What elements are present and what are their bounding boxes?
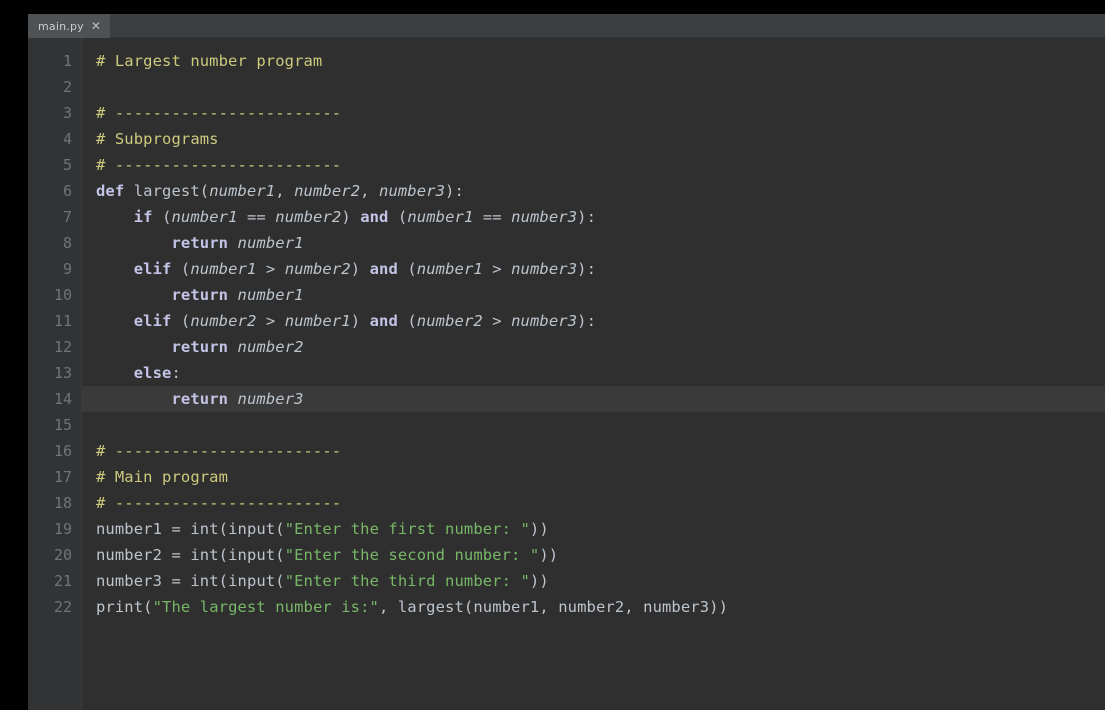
tab-bar: main.py ✕ bbox=[28, 14, 1105, 38]
line-number: 19 bbox=[53, 520, 72, 538]
line-number: 12 bbox=[53, 338, 72, 356]
code-line[interactable]: return number2 bbox=[82, 334, 1105, 360]
tab-label: main.py bbox=[38, 19, 84, 33]
code-line[interactable]: if (number1 == number2) and (number1 == … bbox=[82, 204, 1105, 230]
line-number: 11 bbox=[53, 312, 72, 330]
code-line[interactable]: elif (number1 > number2) and (number1 > … bbox=[82, 256, 1105, 282]
line-number: 20 bbox=[53, 546, 72, 564]
editor-window-root: main.py ✕ 1 2 3 4 5 6 7 8 9 10 11 12 13 14 15 16 17 18 19 2… bbox=[0, 0, 1105, 710]
code-line[interactable]: print("The largest number is:", largest(… bbox=[82, 594, 1105, 620]
line-number: 4 bbox=[62, 130, 72, 148]
line-number-gutter: 1 2 3 4 5 6 7 8 9 10 11 12 13 14 15 16 17 18 19 20 21 22 bbox=[28, 38, 82, 710]
line-number: 14 bbox=[53, 390, 72, 408]
code-line[interactable]: number3 = int(input("Enter the third num… bbox=[82, 568, 1105, 594]
line-number: 8 bbox=[62, 234, 72, 252]
code-line[interactable] bbox=[82, 74, 1105, 100]
line-number: 9 bbox=[62, 260, 72, 278]
code-line[interactable]: # ------------------------ bbox=[82, 490, 1105, 516]
code-line[interactable]: # Largest number program bbox=[82, 48, 1105, 74]
code-line[interactable]: def largest(number1, number2, number3): bbox=[82, 178, 1105, 204]
code-line[interactable]: # ------------------------ bbox=[82, 152, 1105, 178]
close-icon[interactable]: ✕ bbox=[90, 20, 102, 32]
line-number: 5 bbox=[62, 156, 72, 174]
code-line[interactable] bbox=[82, 412, 1105, 438]
tab-bar-empty-area bbox=[110, 14, 1105, 38]
line-number: 16 bbox=[53, 442, 72, 460]
code-editor[interactable]: 1 2 3 4 5 6 7 8 9 10 11 12 13 14 15 16 17 18 19 20 21 22 # La… bbox=[28, 38, 1105, 710]
code-line[interactable]: return number1 bbox=[82, 282, 1105, 308]
code-line[interactable]: elif (number2 > number1) and (number2 > … bbox=[82, 308, 1105, 334]
line-number: 13 bbox=[53, 364, 72, 382]
tab-main-py[interactable]: main.py ✕ bbox=[28, 14, 111, 38]
code-line[interactable]: number2 = int(input("Enter the second nu… bbox=[82, 542, 1105, 568]
line-number: 10 bbox=[53, 286, 72, 304]
code-line[interactable]: return number3 bbox=[82, 386, 1105, 412]
code-line[interactable]: number1 = int(input("Enter the first num… bbox=[82, 516, 1105, 542]
code-line[interactable]: else: bbox=[82, 360, 1105, 386]
code-line[interactable]: # ------------------------ bbox=[82, 438, 1105, 464]
code-line[interactable]: # ------------------------ bbox=[82, 100, 1105, 126]
line-number: 18 bbox=[53, 494, 72, 512]
line-number: 2 bbox=[62, 78, 72, 96]
line-number: 22 bbox=[53, 598, 72, 616]
line-number: 21 bbox=[53, 572, 72, 590]
code-line[interactable]: # Main program bbox=[82, 464, 1105, 490]
line-number: 15 bbox=[53, 416, 72, 434]
line-number: 1 bbox=[62, 52, 72, 70]
line-number: 3 bbox=[62, 104, 72, 122]
editor-window: main.py ✕ 1 2 3 4 5 6 7 8 9 10 11 12 13 14 15 16 17 18 19 2… bbox=[28, 14, 1105, 710]
line-number: 17 bbox=[53, 468, 72, 486]
code-line[interactable]: # Subprograms bbox=[82, 126, 1105, 152]
code-line[interactable]: return number1 bbox=[82, 230, 1105, 256]
line-number: 6 bbox=[62, 182, 72, 200]
line-number: 7 bbox=[62, 208, 72, 226]
code-area[interactable]: # Largest number program # -------------… bbox=[82, 38, 1105, 710]
